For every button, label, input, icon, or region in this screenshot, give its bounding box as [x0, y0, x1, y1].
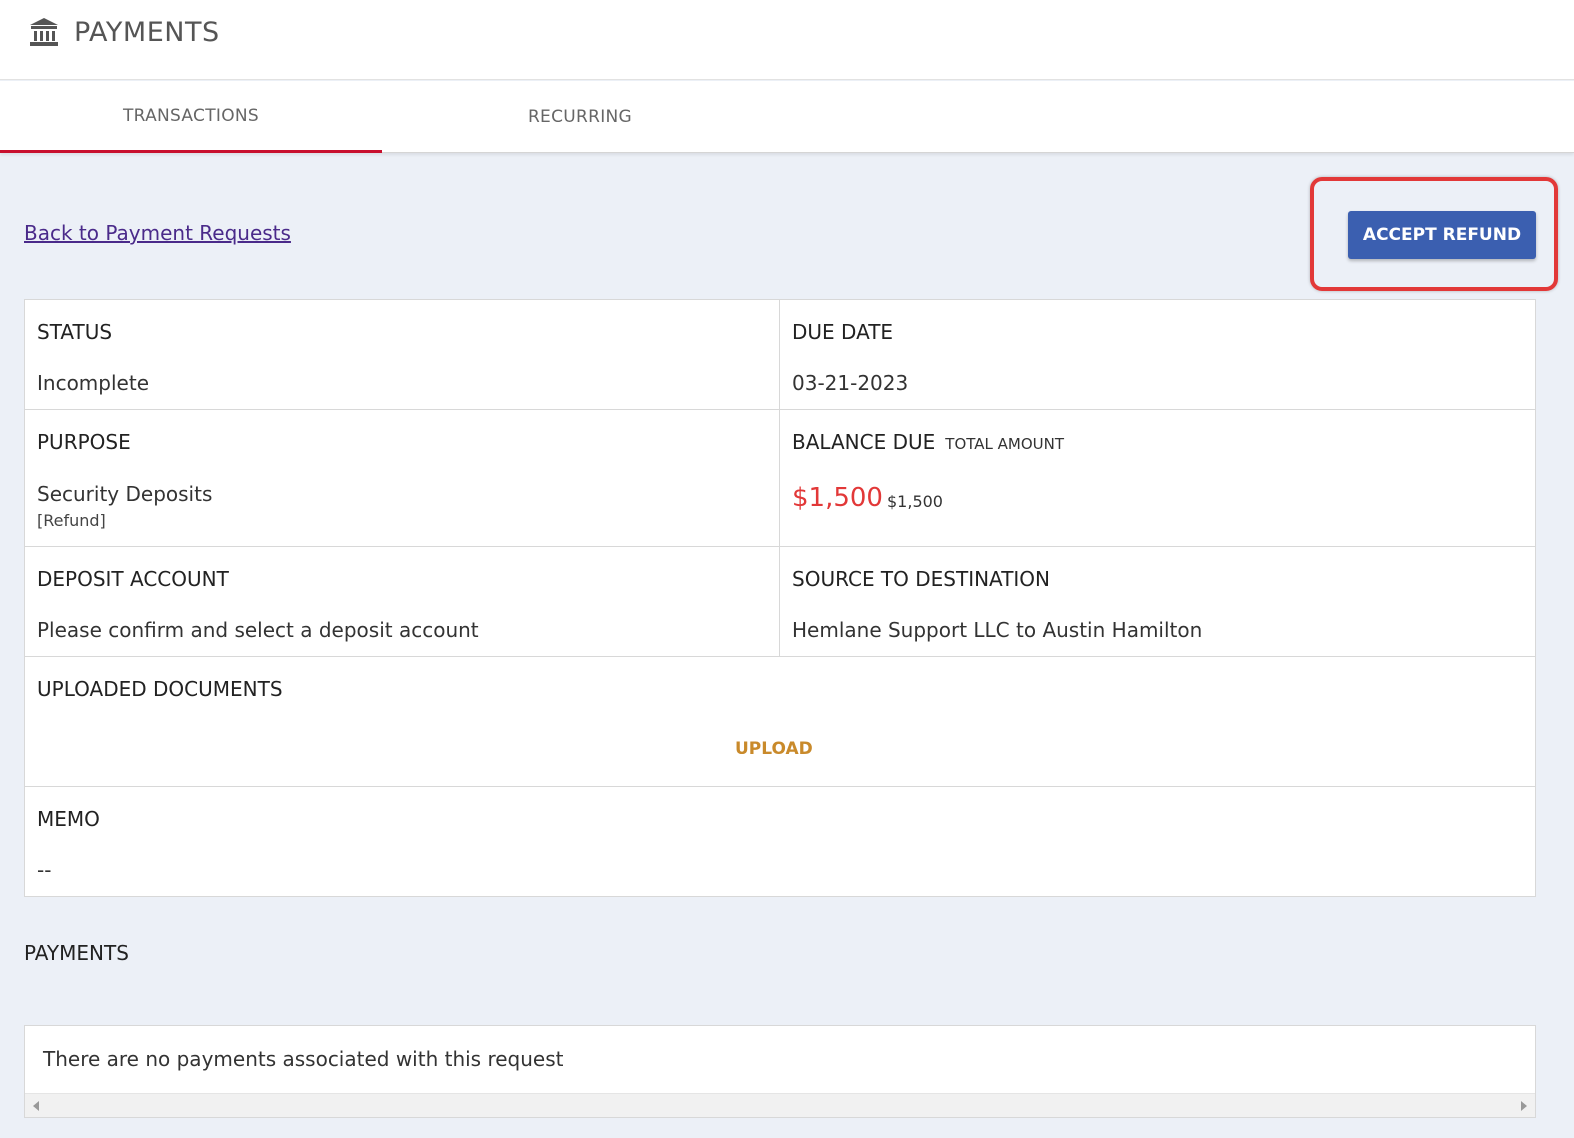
- top-bar: PAYMENTS: [0, 0, 1574, 80]
- balance-label: BALANCE DUE TOTAL AMOUNT: [792, 430, 1064, 454]
- deposit-account-label: DEPOSIT ACCOUNT: [37, 567, 229, 591]
- source-destination-cell: SOURCE TO DESTINATION Hemlane Support LL…: [780, 547, 1535, 657]
- tab-recurring[interactable]: RECURRING: [382, 81, 778, 153]
- total-amount-label: TOTAL AMOUNT: [945, 435, 1065, 453]
- page-title: PAYMENTS: [74, 17, 220, 48]
- purpose-label: PURPOSE: [37, 430, 131, 454]
- payment-details-grid: STATUS Incomplete DUE DATE 03-21-2023 PU…: [24, 299, 1536, 897]
- payments-heading: PAYMENTS: [24, 941, 129, 965]
- status-label: STATUS: [37, 320, 113, 344]
- scroll-right-icon[interactable]: [1521, 1101, 1527, 1111]
- empty-payments-message: There are no payments associated with th…: [43, 1047, 564, 1071]
- memo-cell: MEMO --: [25, 787, 1535, 897]
- balance-due-label: BALANCE DUE: [792, 430, 936, 454]
- memo-value: --: [37, 858, 52, 882]
- back-to-payment-requests-link[interactable]: Back to Payment Requests: [24, 221, 291, 245]
- total-amount-value: $1,500: [887, 492, 943, 511]
- uploaded-documents-cell: UPLOADED DOCUMENTS UPLOAD: [25, 657, 1535, 787]
- accept-refund-button[interactable]: ACCEPT REFUND: [1348, 211, 1536, 259]
- tab-transactions[interactable]: TRANSACTIONS: [0, 81, 382, 153]
- memo-label: MEMO: [37, 807, 100, 831]
- due-date-value: 03-21-2023: [792, 371, 909, 395]
- status-value: Incomplete: [37, 371, 149, 395]
- due-date-cell: DUE DATE 03-21-2023: [780, 300, 1535, 410]
- balance-cell: BALANCE DUE TOTAL AMOUNT $1,500 $1,500: [780, 410, 1535, 547]
- source-destination-label: SOURCE TO DESTINATION: [792, 567, 1051, 591]
- due-date-label: DUE DATE: [792, 320, 894, 344]
- upload-button[interactable]: UPLOAD: [735, 739, 813, 759]
- scroll-left-icon[interactable]: [33, 1101, 39, 1111]
- deposit-account-cell: DEPOSIT ACCOUNT Please confirm and selec…: [25, 547, 780, 657]
- payments-table: There are no payments associated with th…: [24, 1025, 1536, 1118]
- deposit-account-value: Please confirm and select a deposit acco…: [37, 618, 479, 642]
- source-destination-value: Hemlane Support LLC to Austin Hamilton: [792, 618, 1203, 642]
- purpose-sub: [Refund]: [37, 511, 106, 530]
- balance-due-amount: $1,500: [792, 483, 883, 513]
- bank-icon: [30, 18, 58, 46]
- purpose-cell: PURPOSE Security Deposits [Refund]: [25, 410, 780, 547]
- horizontal-scrollbar[interactable]: [25, 1093, 1535, 1117]
- uploaded-documents-label: UPLOADED DOCUMENTS: [37, 677, 283, 701]
- purpose-value: Security Deposits: [37, 482, 213, 506]
- status-cell: STATUS Incomplete: [25, 300, 780, 410]
- tab-bar: TRANSACTIONS RECURRING: [0, 81, 1574, 153]
